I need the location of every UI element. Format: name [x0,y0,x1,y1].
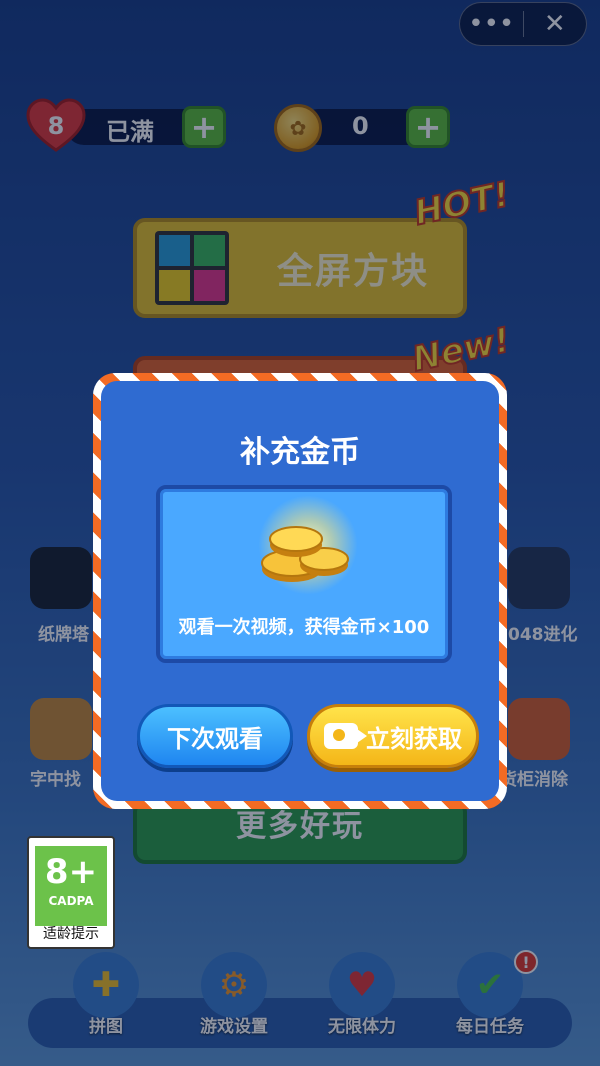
watch-later-label: 下次观看 [167,724,263,753]
watch-later-button[interactable]: 下次观看 [137,704,293,768]
reward-description: 观看一次视频，获得金币×100 [178,617,430,638]
age-rating-hint: 适龄提示 [43,926,99,942]
age-rating-badge: 8+ CADPA 适龄提示 [27,836,115,949]
age-rating-number: 8+ [44,852,98,892]
get-now-label: 立刻获取 [366,724,462,753]
get-now-button[interactable]: 立刻获取 [307,704,479,768]
age-rating-org: CADPA [48,894,94,908]
coins-stack-icon [261,526,349,582]
dialog-body: 补充金币 观看一次视频，获得金币×100 下次观看 立刻获取 [101,381,499,801]
dialog-title: 补充金币 [240,435,360,470]
refill-coins-dialog: 补充金币 观看一次视频，获得金币×100 下次观看 立刻获取 [93,373,507,809]
age-rating-box: 8+ CADPA [35,846,107,926]
reward-panel: 观看一次视频，获得金币×100 [156,485,452,663]
video-icon [324,723,367,749]
